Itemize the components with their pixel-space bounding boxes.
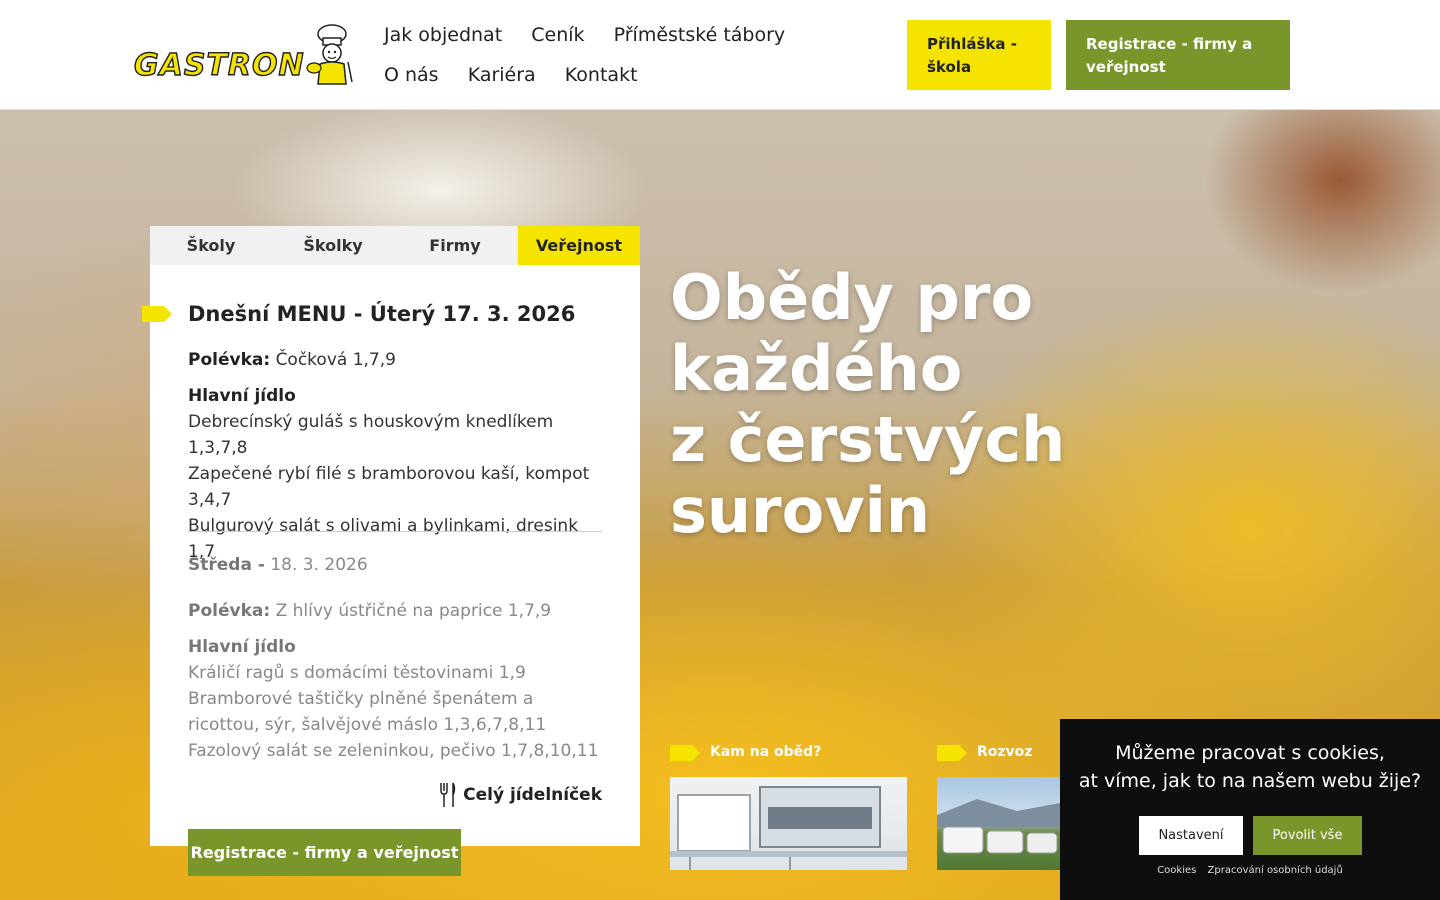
tile-rozvoz-label[interactable]: Rozvoz bbox=[977, 744, 1032, 760]
school-application-button[interactable]: Přihláška - škola bbox=[907, 20, 1051, 90]
cookie-consent-bar: Můžeme pracovat s cookies, at víme, jak … bbox=[1060, 719, 1440, 900]
soup-label: Polévka: bbox=[188, 350, 271, 370]
personal-data-link[interactable]: Zpracování osobních údajů bbox=[1208, 865, 1343, 876]
cookie-message-line: Můžeme pracovat s cookies, bbox=[1115, 742, 1385, 764]
hero-title-line: z čerstvých bbox=[670, 403, 1066, 476]
soup-label: Polévka: bbox=[188, 601, 271, 621]
register-card-button[interactable]: Registrace - firmy a veřejnost bbox=[188, 829, 461, 876]
today-soup: Polévka: Čočková 1,7,9 bbox=[188, 347, 608, 373]
main-course-item: Zapečené rybí filé s bramborovou kaší, k… bbox=[188, 464, 590, 510]
today-mains: Hlavní jídlo Debrecínský guláš s houskov… bbox=[188, 383, 608, 565]
main-course-label: Hlavní jídlo bbox=[188, 386, 296, 406]
yellow-tag-icon bbox=[142, 306, 172, 322]
hero-title-line: Obědy pro bbox=[670, 261, 1034, 334]
next-day-date: 18. 3. 2026 bbox=[270, 555, 368, 575]
delivery-image[interactable] bbox=[937, 777, 1060, 870]
next-day-label: Středa - bbox=[188, 555, 265, 575]
gastron-logo[interactable]: GASTRON bbox=[133, 24, 356, 88]
main-course-item: Bramborové taštičky plněné špenátem a ri… bbox=[188, 689, 547, 735]
canteen-image[interactable] bbox=[670, 777, 907, 870]
next-mains: Hlavní jídlo Králičí ragů s domácími těs… bbox=[188, 634, 608, 764]
soup-value: Čočková 1,7,9 bbox=[275, 350, 396, 370]
soup-value: Z hlívy ústřičné na paprice 1,7,9 bbox=[275, 601, 552, 621]
nav-o-nas[interactable]: O nás bbox=[384, 60, 439, 100]
canteen-illustration bbox=[670, 786, 907, 870]
full-menu-link[interactable]: Celý jídelníček bbox=[439, 782, 602, 808]
chef-icon bbox=[306, 24, 353, 85]
cutlery-icon bbox=[440, 782, 456, 807]
today-menu-title: Dnešní MENU - Úterý 17. 3. 2026 bbox=[188, 302, 576, 326]
nav-kontakt[interactable]: Kontakt bbox=[565, 60, 638, 100]
main-course-item: Králičí ragů s domácími těstovinami 1,9 bbox=[188, 663, 526, 683]
main-course-label: Hlavní jídlo bbox=[188, 637, 296, 657]
hero-title: Obědy pro každého z čerstvých surovin bbox=[670, 262, 1270, 546]
nav-cenik[interactable]: Ceník bbox=[531, 20, 584, 60]
cookies-link[interactable]: Cookies bbox=[1157, 865, 1196, 876]
tile-kam-na-obed-label[interactable]: Kam na oběd? bbox=[710, 744, 821, 760]
tab-firmy[interactable]: Firmy bbox=[394, 226, 516, 265]
logo-text: GASTRON bbox=[133, 47, 305, 83]
tab-skolky[interactable]: Školky bbox=[272, 226, 394, 265]
yellow-tag-icon bbox=[937, 745, 967, 761]
register-header-button[interactable]: Registrace - firmy a veřejnost bbox=[1066, 20, 1290, 90]
nav-primestske-tabory[interactable]: Příměstské tábory bbox=[614, 20, 786, 60]
hero-title-line: každého bbox=[670, 332, 963, 405]
cookie-message: Můžeme pracovat s cookies, at víme, jak … bbox=[1060, 739, 1440, 795]
menu-divider bbox=[188, 531, 602, 532]
nav-jak-objednat[interactable]: Jak objednat bbox=[384, 20, 502, 60]
tab-skoly[interactable]: Školy bbox=[150, 226, 272, 265]
tab-verejnost[interactable]: Veřejnost bbox=[518, 226, 640, 265]
yellow-tag-icon bbox=[670, 745, 700, 761]
cookie-message-line: at víme, jak to na našem webu žije? bbox=[1078, 770, 1422, 792]
next-soup: Polévka: Z hlívy ústřičné na paprice 1,7… bbox=[188, 598, 608, 624]
hero-title-line: surovin bbox=[670, 474, 931, 547]
full-menu-label: Celý jídelníček bbox=[463, 785, 602, 805]
cookie-allow-all-button[interactable]: Povolit vše bbox=[1253, 816, 1362, 855]
main-course-item: Debrecínský guláš s houskovým knedlíkem … bbox=[188, 412, 554, 458]
main-nav: Jak objednat Ceník Příměstské tábory O n… bbox=[384, 20, 864, 100]
main-course-item: Fazolový salát se zeleninkou, pečivo 1,7… bbox=[188, 741, 599, 761]
cookie-settings-button[interactable]: Nastavení bbox=[1139, 816, 1243, 855]
cookie-links: Cookies Zpracování osobních údajů bbox=[1060, 865, 1440, 876]
delivery-vans-illustration bbox=[937, 799, 1060, 854]
next-day-heading: Středa - 18. 3. 2026 bbox=[188, 552, 608, 578]
menu-tabs: Školy Školky Firmy Veřejnost bbox=[150, 226, 640, 265]
daily-menu-card: Školy Školky Firmy Veřejnost Dnešní MENU… bbox=[142, 226, 640, 846]
nav-kariera[interactable]: Kariéra bbox=[468, 60, 536, 100]
site-header: GASTRON Jak objednat Ceník Příměstské tá… bbox=[0, 0, 1440, 110]
